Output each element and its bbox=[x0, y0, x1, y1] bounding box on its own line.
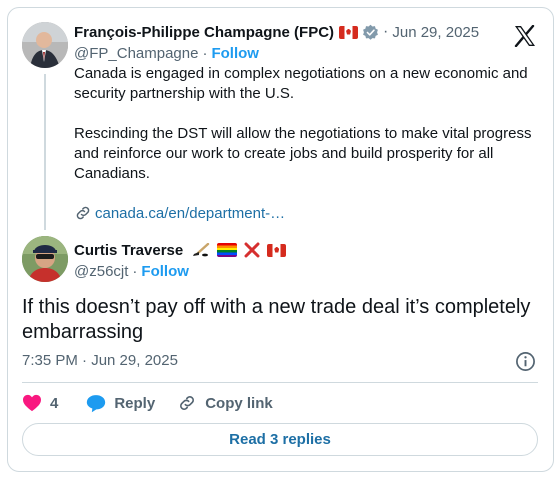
link-icon bbox=[76, 206, 90, 220]
like-button[interactable]: 4 bbox=[22, 394, 58, 412]
author-emoji-row bbox=[191, 241, 287, 259]
reply-author-name[interactable]: Curtis Traverse bbox=[74, 242, 183, 259]
copy-link-label: Copy link bbox=[205, 394, 273, 412]
divider bbox=[22, 382, 538, 383]
reply-tweet-text: If this doesn’t pay off with a new trade… bbox=[22, 296, 531, 343]
canada-flag-icon bbox=[339, 25, 359, 39]
quoted-tweet-date[interactable]: Jun 29, 2025 bbox=[392, 24, 479, 41]
quoted-author-handle[interactable]: @FP_Champagne bbox=[74, 45, 198, 62]
quoted-author-name[interactable]: François-Philippe Champagne (FPC) bbox=[74, 24, 334, 41]
reply-button[interactable]: Reply bbox=[86, 394, 155, 413]
hockey-stick-icon bbox=[193, 243, 210, 257]
thread-connector-line bbox=[44, 74, 46, 230]
link-text: canada.ca/en/department-… bbox=[95, 204, 286, 222]
link-icon bbox=[180, 396, 195, 410]
quoted-author-header: François-Philippe Champagne (FPC) · Jun … bbox=[74, 22, 479, 42]
verified-badge-icon bbox=[363, 24, 378, 40]
reply-author-header: Curtis Traverse bbox=[74, 240, 287, 260]
reply-author-handle[interactable]: @z56cjt bbox=[74, 263, 128, 280]
reply-author-avatar[interactable] bbox=[22, 236, 68, 282]
like-count: 4 bbox=[50, 394, 59, 412]
quoted-handle-row: @FP_Champagne · Follow bbox=[74, 45, 259, 62]
reply-bubble-icon bbox=[87, 394, 106, 412]
reply-timestamp[interactable]: 7:35 PM · Jun 29, 2025 bbox=[22, 352, 178, 369]
quoted-tweet-paragraph-2: Rescinding the DST will allow the negoti… bbox=[74, 125, 532, 182]
separator-dot: · bbox=[132, 263, 138, 280]
reply-handle-row: @z56cjt · Follow bbox=[74, 263, 189, 280]
quoted-tweet-link[interactable]: canada.ca/en/department-… bbox=[74, 204, 285, 222]
canada-flag-icon bbox=[267, 243, 287, 257]
author-avatar[interactable] bbox=[22, 22, 68, 68]
heart-icon bbox=[23, 394, 41, 412]
quoted-tweet-paragraph-1: Canada is engaged in complex negotiation… bbox=[74, 65, 528, 102]
red-x-icon bbox=[244, 242, 260, 258]
info-icon[interactable] bbox=[515, 351, 536, 372]
x-logo-icon[interactable] bbox=[513, 25, 537, 47]
reply-label: Reply bbox=[114, 394, 156, 412]
separator-dot: · bbox=[383, 23, 389, 40]
copy-link-button[interactable]: Copy link bbox=[177, 393, 273, 413]
action-bar: 4 Reply Copy link bbox=[22, 392, 295, 414]
follow-button[interactable]: Follow bbox=[211, 45, 259, 62]
rainbow-flag-icon bbox=[217, 243, 238, 257]
separator-dot: · bbox=[202, 45, 208, 62]
follow-button[interactable]: Follow bbox=[141, 263, 189, 280]
read-replies-button[interactable]: Read 3 replies bbox=[22, 423, 538, 456]
